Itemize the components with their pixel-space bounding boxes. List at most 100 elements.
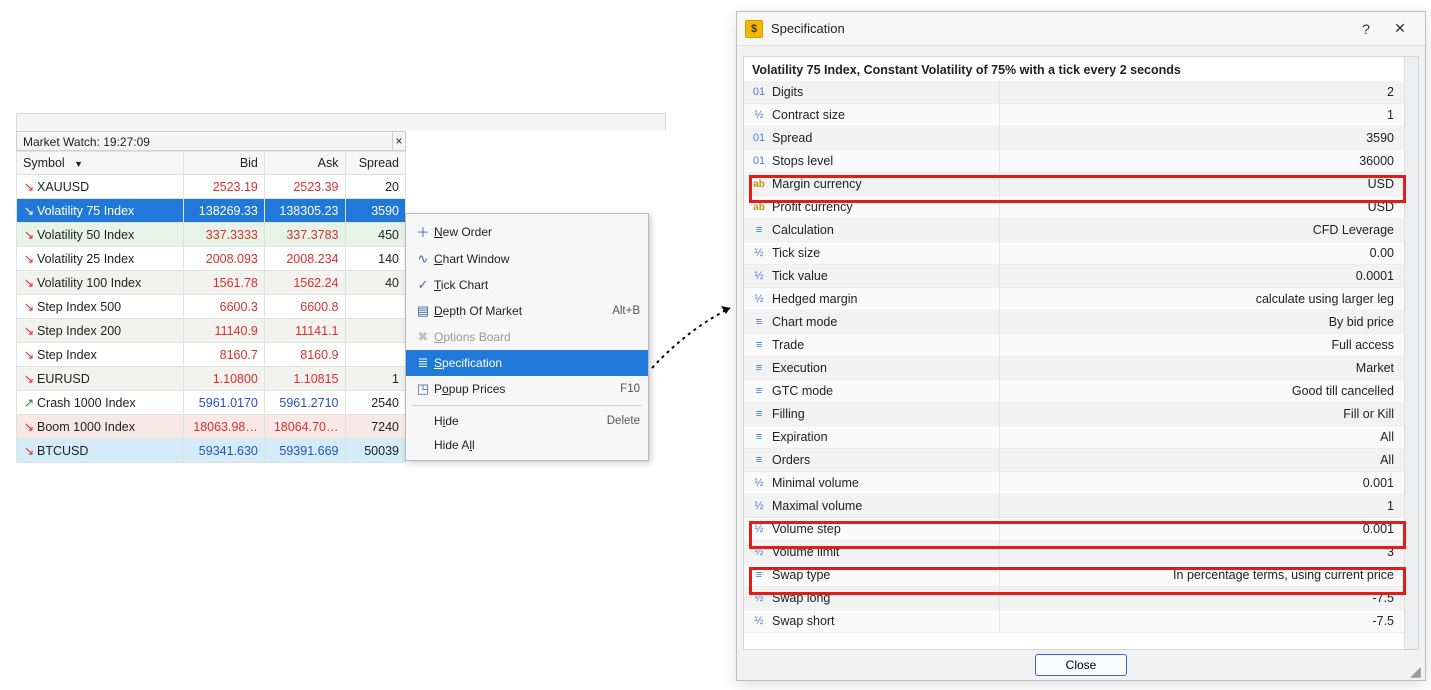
spec-row-key: Margin currency: [772, 173, 862, 196]
ask-value: 1562.24: [264, 271, 345, 295]
spread-value: 20: [345, 175, 406, 199]
specification-row[interactable]: ½Maximal volume1: [744, 495, 1404, 518]
resize-grip-icon[interactable]: ◢: [1410, 665, 1422, 677]
bid-value: 5961.0170: [184, 391, 265, 415]
specification-row[interactable]: ½Minimal volume0.001: [744, 472, 1404, 495]
table-row[interactable]: ↗Crash 1000 Index5961.01705961.27102540: [17, 391, 406, 415]
context-menu-item[interactable]: ≣Specification: [406, 350, 648, 376]
spread-value: 450: [345, 223, 406, 247]
table-row[interactable]: ↘Step Index8160.78160.9: [17, 343, 406, 367]
context-menu-item[interactable]: ✓Tick Chart: [406, 272, 648, 298]
specification-row[interactable]: ≡Swap typeIn percentage terms, using cur…: [744, 564, 1404, 587]
spec-row-key: Chart mode: [772, 311, 837, 334]
specification-row[interactable]: abMargin currencyUSD: [744, 173, 1404, 196]
context-menu-icon: ∿: [412, 251, 434, 267]
spec-row-key: Minimal volume: [772, 472, 859, 495]
ask-value: 1.10815: [264, 367, 345, 391]
specification-row[interactable]: ≡TradeFull access: [744, 334, 1404, 357]
arrow-down-icon: ↘: [23, 323, 35, 338]
spec-row-key: Trade: [772, 334, 804, 357]
spec-row-icon: ≡: [750, 403, 768, 426]
context-menu-item[interactable]: HideDelete: [406, 409, 648, 433]
table-row[interactable]: ↘XAUUSD2523.192523.3920: [17, 175, 406, 199]
specification-row[interactable]: ½Hedged margincalculate using larger leg: [744, 288, 1404, 311]
col-ask[interactable]: Ask: [264, 152, 345, 175]
spec-row-value: 1: [1000, 495, 1404, 517]
context-menu-item[interactable]: ▤Depth Of MarketAlt+B: [406, 298, 648, 324]
bid-value: 138269.33: [184, 199, 265, 223]
specification-row[interactable]: ≡ExecutionMarket: [744, 357, 1404, 380]
context-menu-item[interactable]: ＋New Order: [406, 217, 648, 246]
context-menu-label: Tick Chart: [434, 278, 640, 292]
table-row[interactable]: ↘BTCUSD59341.63059391.66950039: [17, 439, 406, 463]
symbol-name: Step Index: [37, 348, 97, 362]
table-row[interactable]: ↘Volatility 25 Index2008.0932008.234140: [17, 247, 406, 271]
spec-row-value: 1: [1000, 104, 1404, 126]
specification-row[interactable]: ½Tick value0.0001: [744, 265, 1404, 288]
spec-row-value: Full access: [1000, 334, 1404, 356]
spec-row-key: Execution: [772, 357, 827, 380]
spread-value: [345, 319, 406, 343]
symbol-name: Step Index 200: [37, 324, 121, 338]
context-menu-shortcut: Alt+B: [612, 305, 640, 317]
specification-header: Volatility 75 Index, Constant Volatility…: [744, 57, 1418, 83]
spec-row-icon: 01: [750, 150, 768, 173]
ask-value: 11141.1: [264, 319, 345, 343]
specification-row[interactable]: 01Spread3590: [744, 127, 1404, 150]
market-watch-close-button[interactable]: ×: [392, 131, 406, 151]
spec-row-icon: ½: [750, 587, 768, 610]
specification-row[interactable]: ½Contract size1: [744, 104, 1404, 127]
specification-row[interactable]: ½Swap short-7.5: [744, 610, 1404, 633]
table-row[interactable]: ↘Boom 1000 Index18063.98…18064.70…7240: [17, 415, 406, 439]
specification-row[interactable]: 01Digits2: [744, 81, 1404, 104]
table-row[interactable]: ↘Volatility 100 Index1561.781562.2440: [17, 271, 406, 295]
context-menu-icon: ≣: [412, 355, 434, 371]
specification-row[interactable]: ≡GTC modeGood till cancelled: [744, 380, 1404, 403]
window-close-button[interactable]: ✕: [1383, 16, 1417, 42]
context-menu-item[interactable]: Hide All: [406, 433, 648, 457]
specification-row[interactable]: ≡ExpirationAll: [744, 426, 1404, 449]
spread-value: 3590: [345, 199, 406, 223]
table-row[interactable]: ↘EURUSD1.108001.108151: [17, 367, 406, 391]
spec-row-value: USD: [1000, 196, 1404, 218]
spec-row-key: Stops level: [772, 150, 833, 173]
specification-row[interactable]: ½Swap long-7.5: [744, 587, 1404, 610]
bid-value: 6600.3: [184, 295, 265, 319]
spec-row-icon: ½: [750, 472, 768, 495]
spec-row-value: -7.5: [1000, 587, 1404, 609]
specification-row[interactable]: ≡OrdersAll: [744, 449, 1404, 472]
context-menu-shortcut: F10: [620, 383, 640, 395]
context-menu-item[interactable]: ◳Popup PricesF10: [406, 376, 648, 402]
spec-row-value: Fill or Kill: [1000, 403, 1404, 425]
spec-row-value: 0.0001: [1000, 265, 1404, 287]
table-row[interactable]: ↘Step Index 20011140.911141.1: [17, 319, 406, 343]
col-symbol-label: Symbol: [23, 156, 65, 170]
specification-row[interactable]: ½Volume step0.001: [744, 518, 1404, 541]
col-bid[interactable]: Bid: [184, 152, 265, 175]
specification-row[interactable]: ≡CalculationCFD Leverage: [744, 219, 1404, 242]
specification-close-button[interactable]: Close: [1035, 654, 1127, 676]
spec-row-icon: ≡: [750, 357, 768, 380]
help-button[interactable]: ?: [1349, 16, 1383, 42]
specification-row[interactable]: ½Tick size0.00: [744, 242, 1404, 265]
col-symbol[interactable]: Symbol ▼: [17, 152, 184, 175]
context-menu-icon: ✓: [412, 277, 434, 293]
spec-row-icon: ab: [750, 196, 768, 219]
specification-row[interactable]: ½Volume limit3: [744, 541, 1404, 564]
bid-value: 8160.7: [184, 343, 265, 367]
spec-row-value: 3590: [1000, 127, 1404, 149]
col-spread[interactable]: Spread: [345, 152, 406, 175]
table-row[interactable]: ↘Step Index 5006600.36600.8: [17, 295, 406, 319]
table-row[interactable]: ↘Volatility 50 Index337.3333337.3783450: [17, 223, 406, 247]
market-watch-table: Symbol ▼ Bid Ask Spread ↘XAUUSD2523.1925…: [16, 151, 406, 463]
specification-row[interactable]: ≡FillingFill or Kill: [744, 403, 1404, 426]
specification-titlebar[interactable]: $ Specification ? ✕: [737, 12, 1425, 46]
specification-row[interactable]: 01Stops level36000: [744, 150, 1404, 173]
specification-scrollbar[interactable]: [1404, 57, 1418, 649]
specification-row[interactable]: abProfit currencyUSD: [744, 196, 1404, 219]
context-menu-item[interactable]: ∿Chart Window: [406, 246, 648, 272]
spec-row-icon: ≡: [750, 311, 768, 334]
ask-value: 6600.8: [264, 295, 345, 319]
table-row[interactable]: ↘Volatility 75 Index138269.33138305.2335…: [17, 199, 406, 223]
specification-row[interactable]: ≡Chart modeBy bid price: [744, 311, 1404, 334]
